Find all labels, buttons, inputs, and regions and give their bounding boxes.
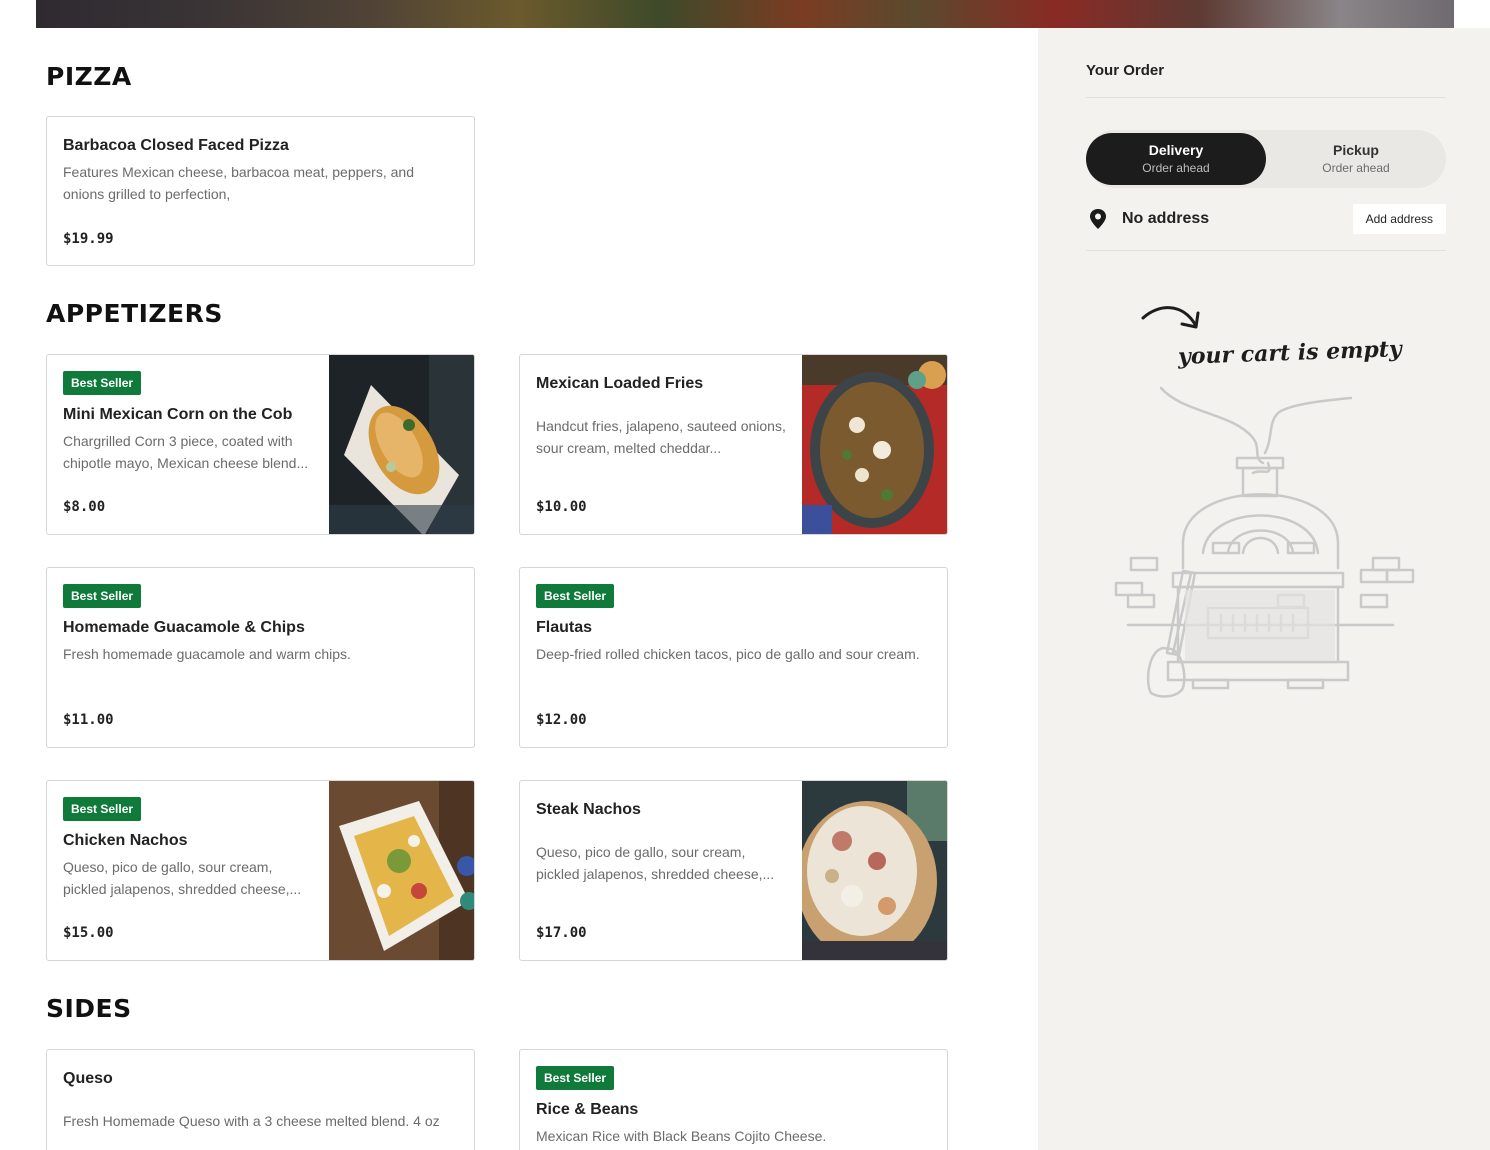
location-pin-icon: [1088, 208, 1108, 230]
order-title: Your Order: [1086, 62, 1165, 79]
delivery-option[interactable]: Delivery Order ahead: [1086, 133, 1266, 185]
item-description: Fresh Homemade Queso with a 3 cheese mel…: [63, 1113, 440, 1129]
best-seller-badge: Best Seller: [536, 1066, 615, 1090]
item-name: Barbacoa Closed Faced Pizza: [63, 137, 289, 154]
item-description: Mexican Rice with Black Beans Cojito Che…: [536, 1128, 827, 1144]
pickup-label: Pickup: [1333, 142, 1379, 158]
item-description: Features Mexican cheese, barbacoa meat, …: [63, 164, 414, 202]
item-name: Mini Mexican Corn on the Cob: [63, 406, 293, 423]
item-description: Queso, pico de gallo, sour cream, pickle…: [63, 859, 302, 897]
item-photo: [802, 781, 947, 960]
item-name: Mexican Loaded Fries: [536, 375, 704, 392]
item-photo: [329, 355, 474, 534]
address-row: No address Add address: [1086, 202, 1446, 236]
menu-item-card[interactable]: Queso Fresh Homemade Queso with a 3 chee…: [46, 1049, 475, 1150]
item-photo: [802, 355, 947, 534]
menu-item-card[interactable]: Mexican Loaded Fries Handcut fries, jala…: [519, 354, 948, 535]
item-description: Deep-fried rolled chicken tacos, pico de…: [536, 646, 920, 662]
fulfillment-toggle: Delivery Order ahead Pickup Order ahead: [1086, 130, 1446, 188]
item-photo: [329, 781, 474, 960]
best-seller-badge: Best Seller: [536, 584, 615, 608]
item-price: $8.00: [63, 499, 106, 515]
menu-item-card[interactable]: Best Seller Flautas Deep-fried rolled ch…: [519, 567, 948, 748]
section-title-sides: SIDES: [46, 994, 132, 1023]
menu-item-card[interactable]: Best Seller Mini Mexican Corn on the Cob…: [46, 354, 475, 535]
item-price: $11.00: [63, 712, 114, 728]
item-name: Flautas: [536, 619, 593, 636]
pickup-option[interactable]: Pickup Order ahead: [1266, 133, 1446, 185]
item-price: $15.00: [63, 925, 114, 941]
section-title-appetizers: APPETIZERS: [46, 299, 223, 328]
item-description: Handcut fries, jalapeno, sauteed onions,…: [536, 418, 786, 456]
pickup-sublabel: Order ahead: [1322, 161, 1390, 175]
item-price: $10.00: [536, 499, 587, 515]
item-description: Chargrilled Corn 3 piece, coated with ch…: [63, 433, 309, 471]
item-name: Queso: [63, 1070, 113, 1087]
best-seller-badge: Best Seller: [63, 797, 142, 821]
empty-cart-message: your cart is empty: [1177, 336, 1403, 370]
item-name: Steak Nachos: [536, 801, 641, 818]
curved-arrow-icon: [1141, 306, 1200, 329]
menu-item-card[interactable]: Steak Nachos Queso, pico de gallo, sour …: [519, 780, 948, 961]
item-name: Homemade Guacamole & Chips: [63, 619, 305, 636]
item-description: Queso, pico de gallo, sour cream, pickle…: [536, 844, 775, 882]
divider: [1086, 97, 1446, 98]
menu-item-card[interactable]: Best Seller Homemade Guacamole & Chips F…: [46, 567, 475, 748]
best-seller-badge: Best Seller: [63, 584, 142, 608]
delivery-sublabel: Order ahead: [1142, 161, 1210, 175]
best-seller-badge: Best Seller: [63, 371, 142, 395]
item-price: $17.00: [536, 925, 587, 941]
menu-item-card[interactable]: Best Seller Chicken Nachos Queso, pico d…: [46, 780, 475, 961]
menu-list: PIZZA Barbacoa Closed Faced Pizza Featur…: [0, 28, 1038, 1150]
pizza-oven-illustration: [1114, 386, 1415, 698]
menu-item-card[interactable]: Barbacoa Closed Faced Pizza Features Mex…: [46, 116, 475, 266]
item-name: Chicken Nachos: [63, 832, 188, 849]
item-description: Fresh homemade guacamole and warm chips.: [63, 646, 351, 662]
delivery-label: Delivery: [1148, 142, 1204, 158]
section-title-pizza: PIZZA: [46, 62, 132, 91]
hero-banner-image: [36, 0, 1454, 28]
menu-item-card[interactable]: Best Seller Rice & Beans Mexican Rice wi…: [519, 1049, 948, 1150]
add-address-button[interactable]: Add address: [1352, 204, 1446, 234]
address-text: No address: [1122, 210, 1210, 227]
item-price: $12.00: [536, 712, 587, 728]
item-price: $19.99: [63, 231, 114, 247]
item-name: Rice & Beans: [536, 1101, 639, 1118]
divider: [1086, 250, 1446, 251]
order-sidebar: Your Order Delivery Order ahead Pickup O…: [1038, 28, 1490, 1150]
